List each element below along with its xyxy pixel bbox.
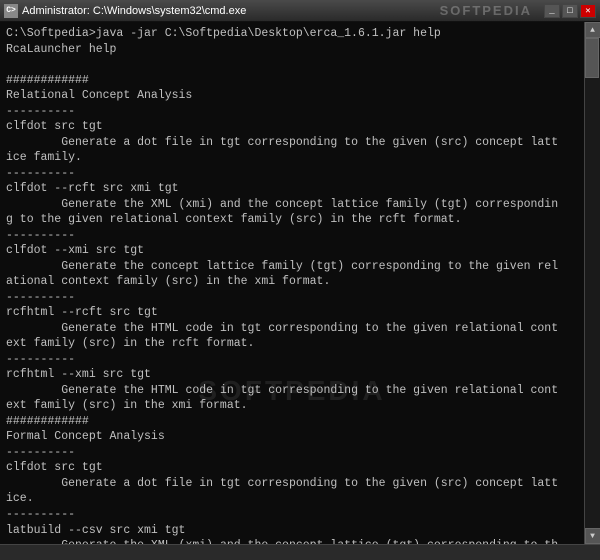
scroll-thumb[interactable] xyxy=(585,38,599,78)
cmd-icon: C> xyxy=(4,4,18,18)
title-bar-left: C> Administrator: C:\Windows\system32\cm… xyxy=(4,4,246,18)
softpedia-title-watermark: SOFTPEDIA xyxy=(440,3,532,18)
scroll-track[interactable] xyxy=(585,38,600,528)
title-bar-controls: _ □ ✕ xyxy=(544,4,596,18)
status-bar xyxy=(0,544,600,560)
title-bar-text: Administrator: C:\Windows\system32\cmd.e… xyxy=(22,5,246,17)
scrollbar[interactable]: ▲ ▼ xyxy=(584,22,600,544)
scroll-up-arrow[interactable]: ▲ xyxy=(585,22,600,38)
title-bar: C> Administrator: C:\Windows\system32\cm… xyxy=(0,0,600,22)
minimize-button[interactable]: _ xyxy=(544,4,560,18)
scroll-area: SOFTPEDIA C:\Softpedia>java -jar C:\Soft… xyxy=(0,22,600,544)
maximize-button[interactable]: □ xyxy=(562,4,578,18)
terminal-text: C:\Softpedia>java -jar C:\Softpedia\Desk… xyxy=(6,26,578,544)
scroll-down-arrow[interactable]: ▼ xyxy=(585,528,600,544)
terminal[interactable]: SOFTPEDIA C:\Softpedia>java -jar C:\Soft… xyxy=(0,22,584,544)
close-button[interactable]: ✕ xyxy=(580,4,596,18)
window: C> Administrator: C:\Windows\system32\cm… xyxy=(0,0,600,560)
terminal-content: SOFTPEDIA C:\Softpedia>java -jar C:\Soft… xyxy=(0,22,584,544)
